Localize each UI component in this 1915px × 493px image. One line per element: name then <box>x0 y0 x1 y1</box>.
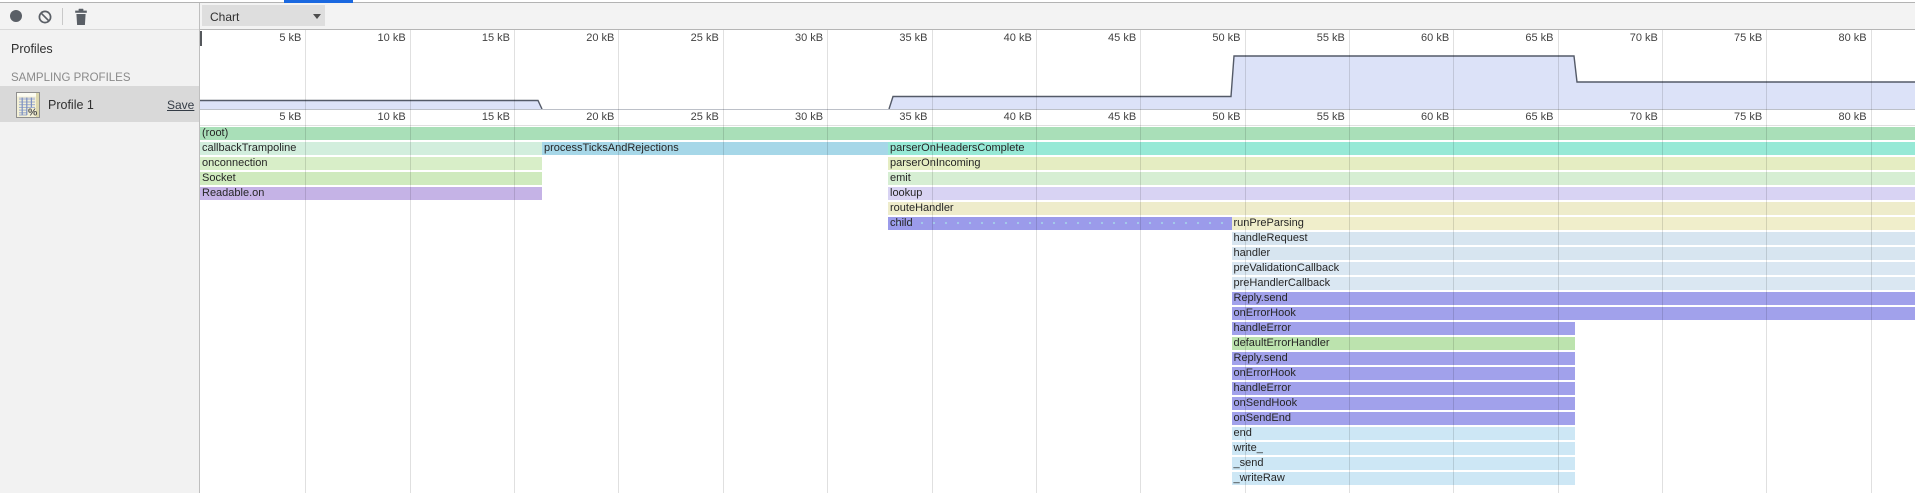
svg-text:%: % <box>28 107 38 119</box>
